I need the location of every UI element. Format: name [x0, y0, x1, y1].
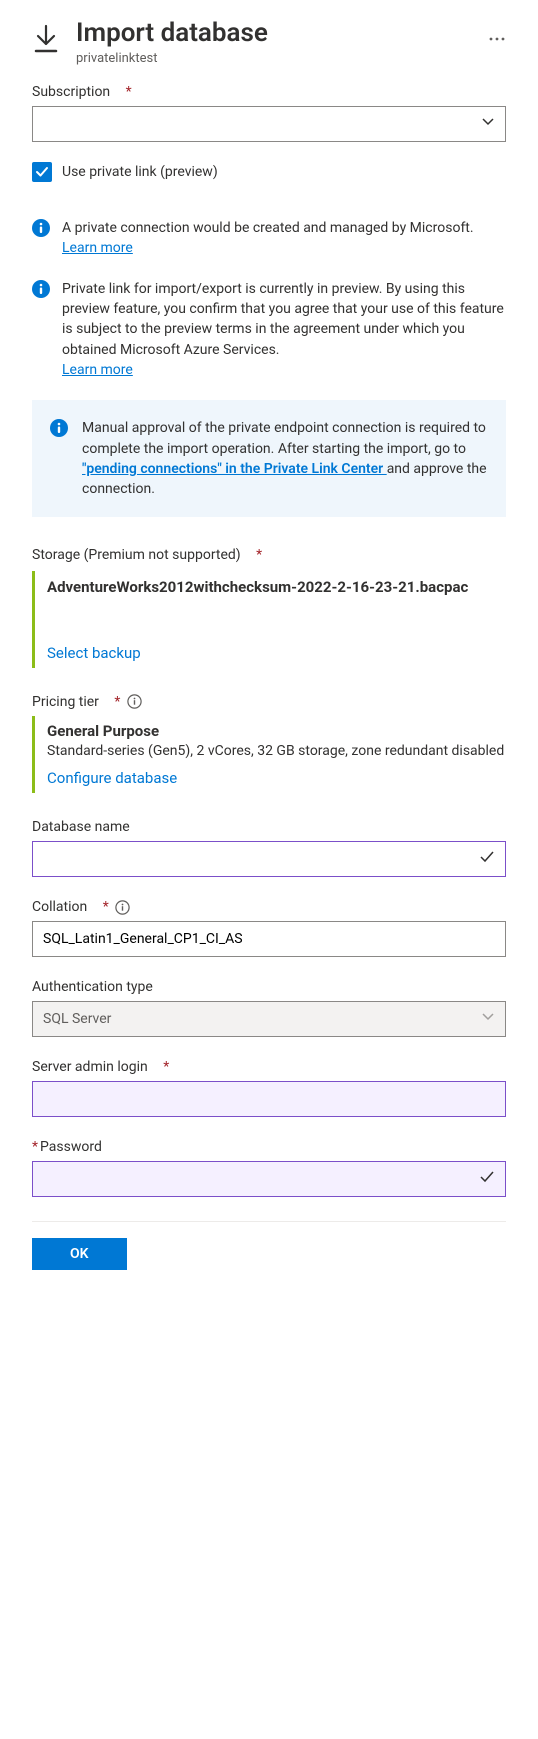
import-icon	[32, 24, 60, 58]
page-subtitle: privatelinktest	[76, 51, 472, 66]
pending-connections-link[interactable]: "pending connections" in the Private Lin…	[82, 461, 387, 477]
info1-learn-more-link[interactable]: Learn more	[62, 240, 133, 256]
storage-label: Storage (Premium not supported) *	[32, 547, 506, 563]
use-private-link-checkbox[interactable]	[32, 162, 52, 182]
collation-input[interactable]	[32, 921, 506, 957]
storage-file-name: AdventureWorks2012withchecksum-2022-2-16…	[47, 577, 506, 597]
ok-button[interactable]: OK	[32, 1238, 127, 1270]
callout-text-before: Manual approval of the private endpoint …	[82, 420, 486, 456]
auth-type-value: SQL Server	[43, 1011, 111, 1027]
use-private-link-label: Use private link (preview)	[62, 164, 218, 180]
admin-login-input[interactable]	[32, 1081, 506, 1117]
password-field[interactable]	[43, 1172, 479, 1187]
info-icon[interactable]	[126, 694, 142, 710]
info-icon	[50, 419, 68, 499]
info2-learn-more-link[interactable]: Learn more	[62, 362, 133, 378]
info2-text: Private link for import/export is curren…	[62, 281, 504, 358]
database-name-dropdown[interactable]	[32, 841, 506, 877]
approval-callout: Manual approval of the private endpoint …	[32, 400, 506, 517]
info1-text: A private connection would be created an…	[62, 220, 474, 236]
check-icon	[479, 849, 495, 869]
subscription-label: Subscription *	[32, 84, 506, 100]
subscription-dropdown[interactable]	[32, 106, 506, 142]
password-input[interactable]	[32, 1161, 506, 1197]
select-backup-link[interactable]: Select backup	[47, 644, 141, 662]
check-icon	[479, 1169, 495, 1189]
pricing-tier-label: Pricing tier *	[32, 694, 506, 710]
pricing-tier-description: Standard-series (Gen5), 2 vCores, 32 GB …	[47, 742, 506, 762]
admin-login-label: Server admin login *	[32, 1059, 506, 1075]
chevron-down-icon	[481, 1010, 495, 1028]
auth-type-dropdown[interactable]: SQL Server	[32, 1001, 506, 1037]
page-title: Import database	[76, 18, 472, 49]
info-icon	[32, 219, 50, 259]
auth-type-label: Authentication type	[32, 979, 506, 995]
info-icon	[32, 280, 50, 380]
collation-field[interactable]	[43, 931, 495, 947]
info-icon[interactable]	[115, 899, 131, 915]
configure-database-link[interactable]: Configure database	[47, 769, 177, 787]
chevron-down-icon	[481, 115, 495, 133]
collation-label: Collation *	[32, 899, 506, 915]
pricing-tier-title: General Purpose	[47, 722, 506, 740]
more-icon[interactable]	[488, 30, 506, 52]
password-label: *Password	[32, 1139, 506, 1155]
admin-login-field[interactable]	[43, 1091, 495, 1107]
database-name-label: Database name	[32, 819, 506, 835]
